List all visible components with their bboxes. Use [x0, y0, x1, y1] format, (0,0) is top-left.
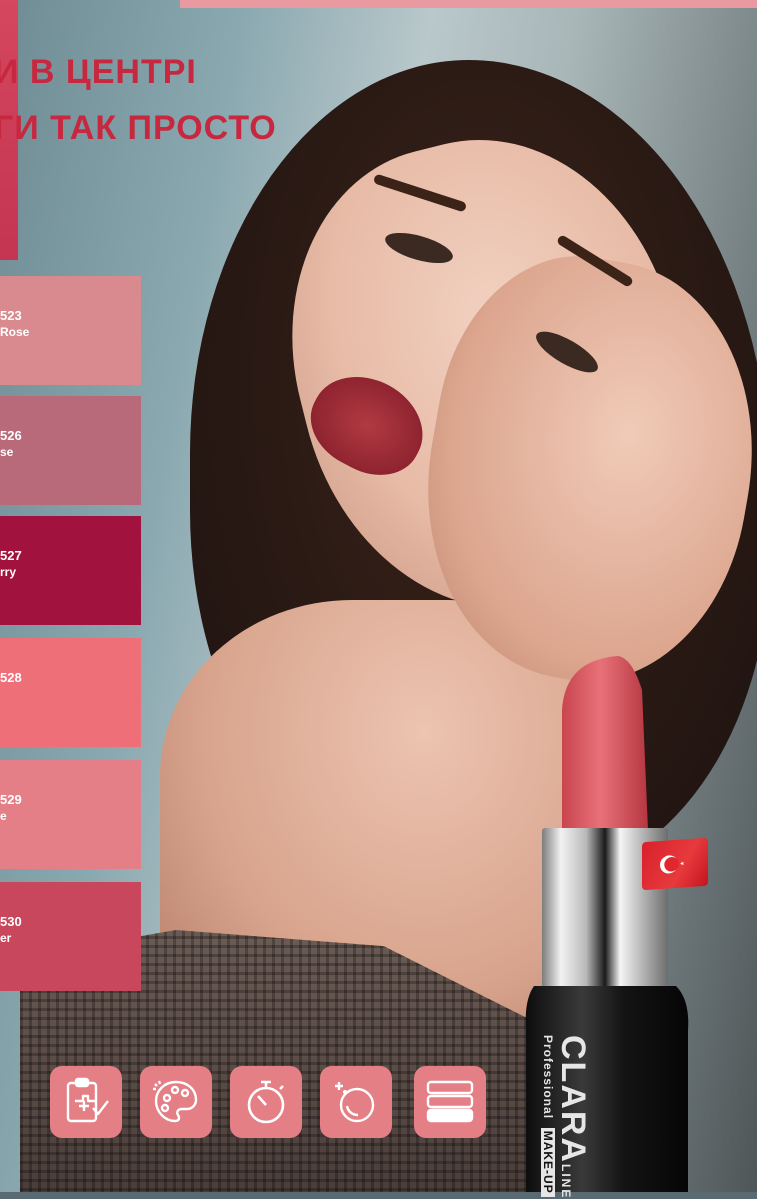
brand-tagline-2: MAKE-UP — [541, 1127, 555, 1197]
shade-name: e — [0, 809, 7, 823]
shade-swatch-530[interactable]: 530 er — [0, 882, 141, 991]
shade-code: 529 — [0, 792, 22, 807]
shade-name: rry — [0, 565, 17, 579]
brand-tagline: Professional — [541, 1035, 555, 1120]
shade-name: er — [0, 931, 12, 945]
stopwatch-icon — [230, 1066, 302, 1138]
palette-icon — [140, 1066, 212, 1138]
headline-line-2: ГИ ТАК ПРОСТО — [0, 109, 277, 147]
shade-code: 526 — [0, 428, 22, 443]
shade-name: se — [0, 445, 14, 459]
shade-swatch-523[interactable]: 523 Rose — [0, 276, 141, 385]
brand-name: CLARA — [554, 1035, 592, 1164]
sparkle-drop-icon — [320, 1066, 392, 1138]
layers-icon — [414, 1066, 486, 1138]
shade-code: 527 — [0, 548, 22, 563]
shade-swatch-529[interactable]: 529 e — [0, 760, 141, 869]
brand-suffix: LINE — [559, 1163, 573, 1199]
clipboard-check-icon — [50, 1066, 122, 1138]
shade-swatch-526[interactable]: 526 se — [0, 396, 141, 505]
brand-label: CLARALINE Professional MAKE-UP — [541, 1035, 592, 1199]
headline-line-1: И В ЦЕНТРІ — [0, 53, 197, 91]
top-accent-bar — [180, 0, 757, 8]
shade-code: 523 — [0, 308, 22, 323]
shade-code: 530 — [0, 914, 22, 929]
shade-code: 528 — [0, 670, 22, 685]
turkey-flag-badge — [642, 837, 708, 891]
shade-swatch-527[interactable]: 527 rry — [0, 516, 141, 625]
shade-name: Rose — [0, 325, 30, 339]
shade-swatch-528[interactable]: 528 — [0, 638, 141, 747]
